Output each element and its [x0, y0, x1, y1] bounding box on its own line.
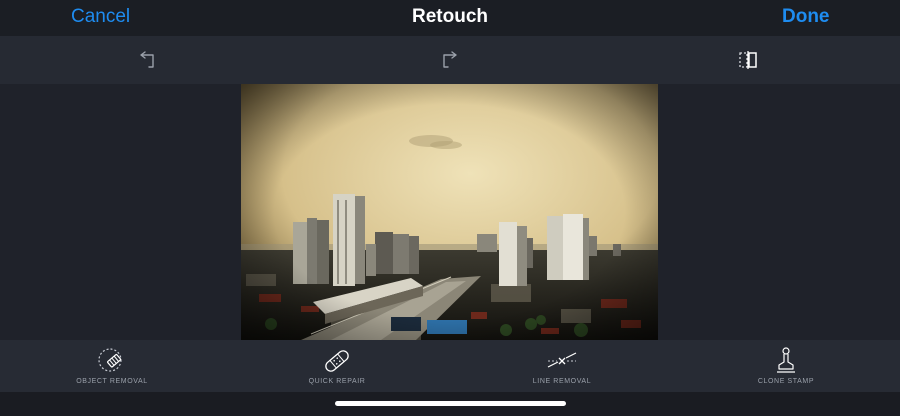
quick-repair-tool[interactable]: QUICK REPAIR	[277, 346, 397, 392]
page-title: Retouch	[412, 6, 488, 27]
object-removal-label: OBJECT REMOVAL	[76, 378, 148, 385]
bandage-icon	[277, 346, 397, 376]
retouch-tools-bar: OBJECT REMOVAL QUICK REPAIR LINE REMOVAL…	[0, 340, 900, 392]
city-skyline-photo[interactable]	[241, 84, 658, 340]
redo-icon[interactable]	[437, 49, 459, 71]
compare-icon[interactable]	[737, 49, 759, 71]
line-removal-icon	[502, 346, 622, 376]
done-button[interactable]: Done	[782, 6, 830, 28]
clone-stamp-tool[interactable]: CLONE STAMP	[726, 346, 846, 392]
cancel-button[interactable]: Cancel	[71, 6, 130, 28]
line-removal-label: LINE REMOVAL	[532, 378, 592, 385]
clone-stamp-icon	[726, 346, 846, 376]
home-indicator[interactable]	[335, 401, 566, 406]
undo-icon[interactable]	[138, 49, 160, 71]
retouch-screen: Cancel Retouch Done OBJECT REMOVAL QUICK…	[0, 0, 900, 416]
quick-repair-label: QUICK REPAIR	[308, 378, 366, 385]
clone-stamp-label: CLONE STAMP	[757, 378, 815, 385]
object-removal-icon	[52, 346, 172, 376]
object-removal-tool[interactable]: OBJECT REMOVAL	[52, 346, 172, 392]
line-removal-tool[interactable]: LINE REMOVAL	[502, 346, 622, 392]
photo-canvas[interactable]	[0, 84, 900, 340]
home-indicator-area	[0, 392, 900, 416]
navigation-bar: Cancel Retouch Done	[0, 0, 900, 36]
edit-toolbar	[0, 36, 900, 84]
